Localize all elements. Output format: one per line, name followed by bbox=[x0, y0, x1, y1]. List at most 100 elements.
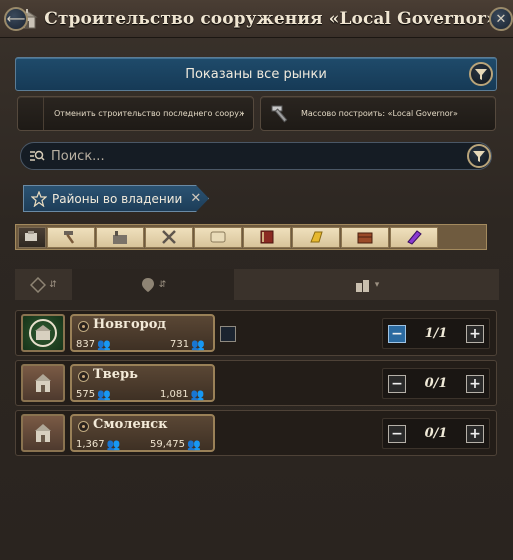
increase-button[interactable]: + bbox=[466, 324, 484, 343]
back-arrow-icon: ⟵ bbox=[6, 11, 26, 27]
sort-arrows-icon: ⇵ bbox=[49, 279, 57, 290]
location-marker-icon bbox=[78, 421, 89, 432]
book-icon bbox=[260, 230, 274, 244]
cancel-last-build-label: Отменить строительство последнего сооруж… bbox=[54, 109, 244, 118]
population-value: 1,367 bbox=[76, 439, 105, 450]
crossed-tools-icon bbox=[162, 230, 176, 244]
title-wrap: Строительство сооружения «Local Governor… bbox=[16, 8, 497, 30]
close-button[interactable]: ✕ bbox=[489, 7, 513, 31]
search-box[interactable] bbox=[20, 142, 492, 170]
quantity-stepper: − 1/1 + bbox=[382, 318, 490, 349]
search-icon bbox=[30, 150, 45, 161]
hammer-icon bbox=[271, 105, 288, 122]
building-slot-icon bbox=[220, 326, 236, 342]
category-bar bbox=[15, 224, 487, 250]
sort-buildings-column[interactable]: ▾ bbox=[234, 269, 499, 300]
hammer-icon bbox=[64, 231, 75, 244]
category-tab-scroll[interactable] bbox=[194, 226, 242, 248]
category-tab-crystal[interactable] bbox=[390, 226, 438, 248]
sort-down-icon: ▾ bbox=[374, 279, 380, 290]
sort-name-column[interactable]: ⇵ bbox=[72, 269, 234, 300]
increase-button[interactable]: + bbox=[466, 424, 484, 443]
map-pin-icon bbox=[141, 277, 154, 292]
search-filter-button[interactable] bbox=[467, 144, 491, 168]
owned-districts-tag[interactable]: Районы во владении ✕ bbox=[23, 185, 209, 212]
location-row[interactable]: Смоленск 1,367 👥 59,475 👥 − 0/1 + bbox=[15, 410, 497, 456]
cancel-icon-slot bbox=[18, 97, 44, 130]
search-input[interactable] bbox=[51, 148, 431, 164]
location-name-box[interactable]: Новгород 837 👥 731 👥 bbox=[70, 314, 215, 352]
population-value: 575 bbox=[76, 389, 96, 400]
cancel-last-build-button[interactable]: Отменить строительство последнего сооруж… bbox=[17, 96, 254, 131]
building-icon bbox=[35, 424, 51, 442]
sort-arrows-icon: ⇵ bbox=[158, 279, 167, 290]
decrease-button[interactable]: − bbox=[388, 424, 406, 443]
window-title: Строительство сооружения «Local Governor… bbox=[44, 8, 497, 29]
location-avatar bbox=[21, 314, 65, 352]
close-icon: ✕ bbox=[495, 11, 507, 27]
location-name: Тверь bbox=[93, 367, 138, 382]
location-type-icon bbox=[30, 276, 47, 293]
mass-build-button[interactable]: Массово построить: «Local Governor» bbox=[260, 96, 496, 131]
owned-districts-label: Районы во владении bbox=[52, 191, 183, 206]
location-avatar bbox=[21, 414, 65, 452]
building-icon bbox=[35, 374, 51, 392]
workforce-stat: 59,475 👥 bbox=[150, 438, 201, 451]
category-tab-all[interactable] bbox=[18, 226, 46, 248]
workforce-stat: 1,081 👥 bbox=[160, 388, 204, 401]
scroll-icon bbox=[210, 231, 226, 243]
hammer-wrench-icon bbox=[25, 231, 37, 241]
buildings-icon bbox=[355, 279, 369, 292]
location-name-box[interactable]: Тверь 575 👥 1,081 👥 bbox=[70, 364, 215, 402]
title-bar: ⟵ Строительство сооружения «Local Govern… bbox=[0, 0, 513, 38]
tag-remove-icon[interactable]: ✕ bbox=[190, 191, 201, 206]
location-marker-icon bbox=[78, 371, 89, 382]
workforce-icon: 👥 bbox=[187, 438, 201, 451]
workforce-value: 731 bbox=[170, 339, 190, 350]
funnel-icon bbox=[475, 69, 487, 80]
population-value: 837 bbox=[76, 339, 96, 350]
decrease-button[interactable]: − bbox=[388, 374, 406, 393]
population-icon: 👥 bbox=[106, 438, 121, 451]
location-name-box[interactable]: Смоленск 1,367 👥 59,475 👥 bbox=[70, 414, 215, 452]
population-icon: 👥 bbox=[97, 388, 111, 401]
category-tab-factory[interactable] bbox=[96, 226, 144, 248]
sort-bar: ⇵ ⇵ ▾ bbox=[15, 269, 499, 300]
chest-icon bbox=[357, 232, 373, 244]
population-stat: 1,367 👥 bbox=[76, 438, 120, 451]
build-panel: ⟵ Строительство сооружения «Local Govern… bbox=[0, 0, 513, 560]
star-icon bbox=[31, 190, 47, 207]
location-row[interactable]: Тверь 575 👥 1,081 👥 − 0/1 + bbox=[15, 360, 497, 406]
decrease-button[interactable]: − bbox=[388, 324, 406, 343]
workforce-value: 59,475 bbox=[150, 439, 185, 450]
market-filter-button[interactable] bbox=[469, 62, 493, 86]
quantity-value: 0/1 bbox=[424, 376, 448, 391]
location-avatar bbox=[21, 364, 65, 402]
category-tab-chest[interactable] bbox=[341, 226, 389, 248]
funnel-icon bbox=[473, 151, 485, 162]
sort-type-column[interactable]: ⇵ bbox=[15, 269, 72, 300]
population-icon: 👥 bbox=[97, 338, 111, 351]
location-marker-icon bbox=[78, 321, 89, 332]
quantity-stepper: − 0/1 + bbox=[382, 368, 490, 399]
increase-button[interactable]: + bbox=[466, 374, 484, 393]
market-filter-bar[interactable]: Показаны все рынки bbox=[15, 57, 497, 91]
crystal-icon bbox=[407, 230, 422, 245]
location-name: Смоленск bbox=[93, 417, 168, 432]
workforce-value: 1,081 bbox=[160, 389, 189, 400]
category-tab-hammer[interactable] bbox=[47, 226, 95, 248]
population-stat: 575 👥 bbox=[76, 388, 111, 401]
category-tab-book[interactable] bbox=[243, 226, 291, 248]
quantity-value: 1/1 bbox=[424, 326, 448, 341]
location-row[interactable]: Новгород 837 👥 731 👥 − 1/1 + bbox=[15, 310, 497, 356]
category-tab-gold[interactable] bbox=[292, 226, 340, 248]
back-button[interactable]: ⟵ bbox=[4, 7, 28, 31]
workforce-icon: 👥 bbox=[190, 388, 205, 401]
factory-icon bbox=[113, 231, 127, 244]
mass-build-label: Массово построить: «Local Governor» bbox=[301, 109, 458, 118]
building-icon bbox=[29, 319, 57, 347]
category-tab-tools[interactable] bbox=[145, 226, 193, 248]
market-filter-label: Показаны все рынки bbox=[185, 66, 327, 82]
gold-bar-icon bbox=[310, 231, 323, 243]
quantity-value: 0/1 bbox=[424, 426, 448, 441]
